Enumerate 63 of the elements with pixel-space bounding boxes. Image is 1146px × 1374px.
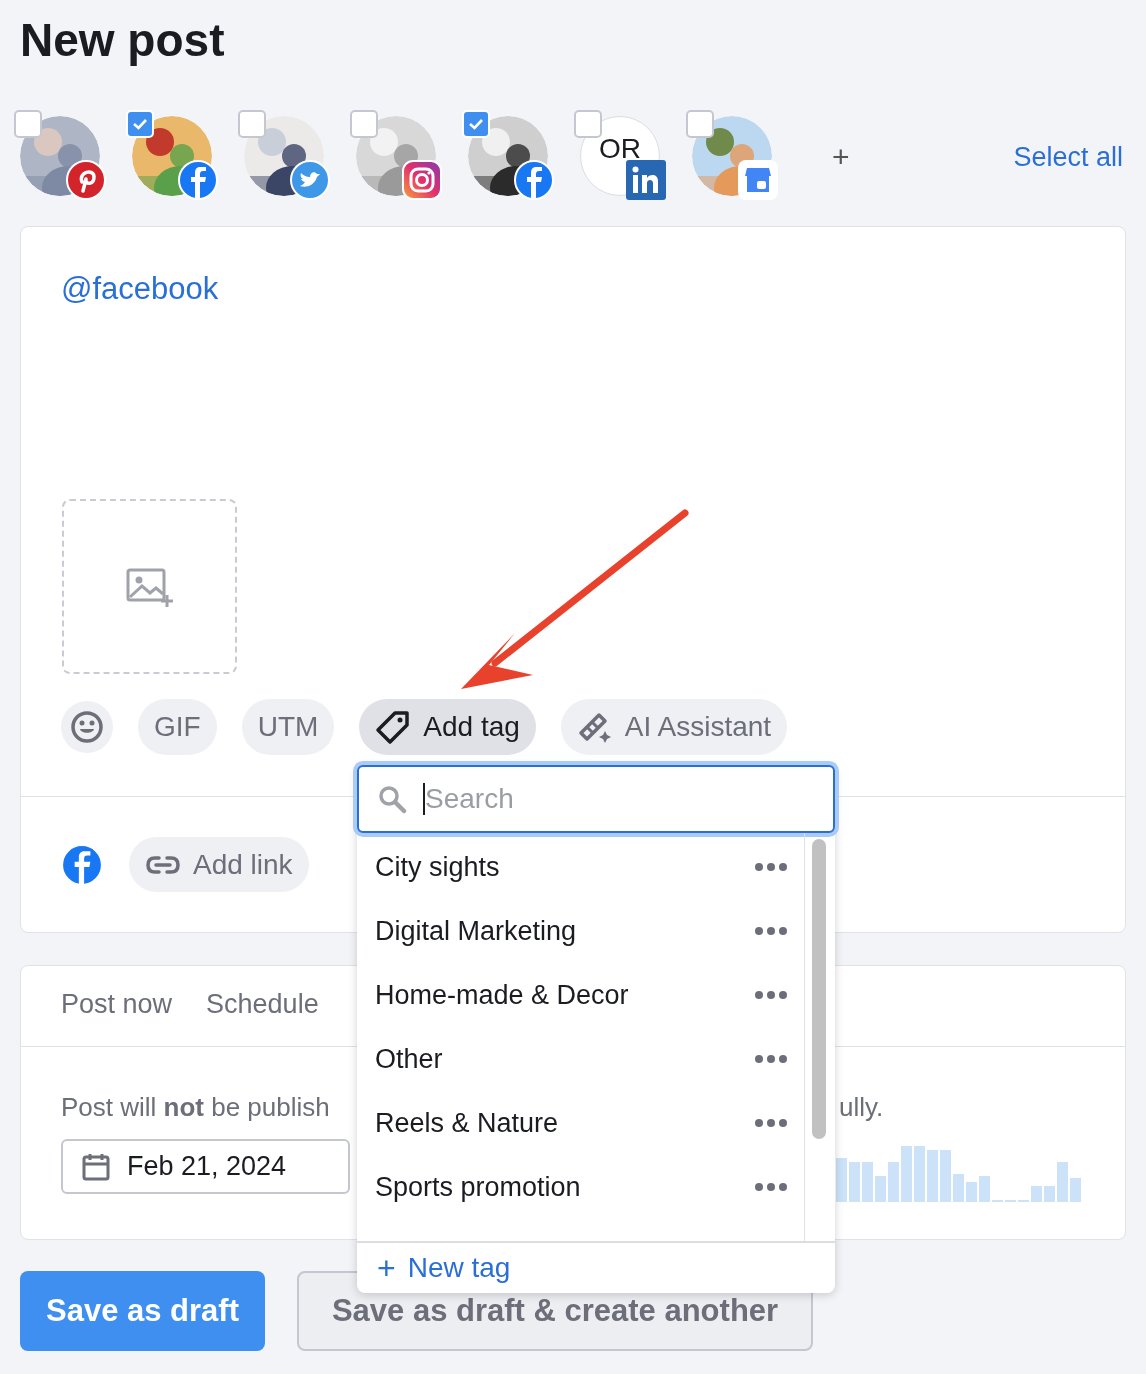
tag-item[interactable]: City sights [357,835,804,899]
chart-bar [927,1150,938,1202]
scrollbar[interactable] [812,839,826,1139]
checkbox[interactable] [350,110,378,138]
more-icon[interactable] [754,926,788,936]
bird-icon [290,160,330,200]
date-field[interactable]: Feb 21, 2024 [61,1139,350,1194]
chart-bar [1031,1186,1042,1202]
notice-text: Post will not be publish [61,1091,330,1123]
checkbox[interactable] [14,110,42,138]
chart-bar [888,1162,899,1202]
tag-item[interactable]: Reels & Nature [357,1091,804,1155]
more-icon[interactable] [754,990,788,1000]
checkbox[interactable] [574,110,602,138]
add-account-button[interactable]: + [832,140,850,174]
add-tag-button[interactable]: Add tag [359,699,536,755]
tag-icon [375,709,412,745]
chart-bar [1044,1186,1055,1202]
chart-bar [940,1150,951,1202]
chart-bar [979,1176,990,1202]
chart-bar [875,1176,886,1202]
more-icon[interactable] [754,1118,788,1128]
linkedin-icon [626,160,666,200]
toolbar-button[interactable]: UTM [241,699,335,755]
facebook-icon [178,160,218,200]
save-draft-button[interactable]: Save as draft [20,1271,265,1351]
instagram-icon [402,160,442,200]
tag-item[interactable]: Other [357,1027,804,1091]
chart-bar [901,1146,912,1202]
more-icon[interactable] [754,862,788,872]
chart-bar [849,1162,860,1202]
chart-bar [953,1174,964,1202]
facebook-icon [61,843,103,886]
pinterest-icon [66,160,106,200]
chart-bar [914,1146,925,1202]
mention-text: @facebook [61,271,219,306]
smiley-icon [69,709,105,745]
select-all-link[interactable]: Select all [1013,141,1123,173]
checkbox[interactable] [238,110,266,138]
notice-text: ully. [839,1091,885,1123]
toolbar-button[interactable]: GIF [138,699,217,755]
search-field[interactable]: Search [357,765,835,833]
chart-bar [836,1158,847,1202]
tag-item[interactable]: Digital Marketing [357,899,804,963]
chart-bar [862,1162,873,1202]
ai-assistant-button[interactable]: AI Assistant [560,699,788,755]
chart-bar [1070,1178,1081,1202]
tab[interactable]: Post now [61,989,173,1023]
checkbox[interactable] [686,110,714,138]
more-icon[interactable] [754,1182,788,1192]
facebook-icon [514,160,554,200]
tab[interactable]: Schedule [206,989,319,1023]
tag-item[interactable]: Sports promotion [357,1155,804,1219]
chart-bar [966,1182,977,1202]
emoji-button[interactable] [61,701,113,753]
chart-bar [1057,1162,1068,1202]
more-icon[interactable] [754,1054,788,1064]
tag-item[interactable]: Home-made & Decor [357,963,804,1027]
page-title: New post [19,13,226,68]
calendar-icon [81,1151,111,1182]
storefront-icon [738,160,778,200]
add-link-button[interactable]: Add link [129,837,309,892]
search-icon [377,784,407,814]
